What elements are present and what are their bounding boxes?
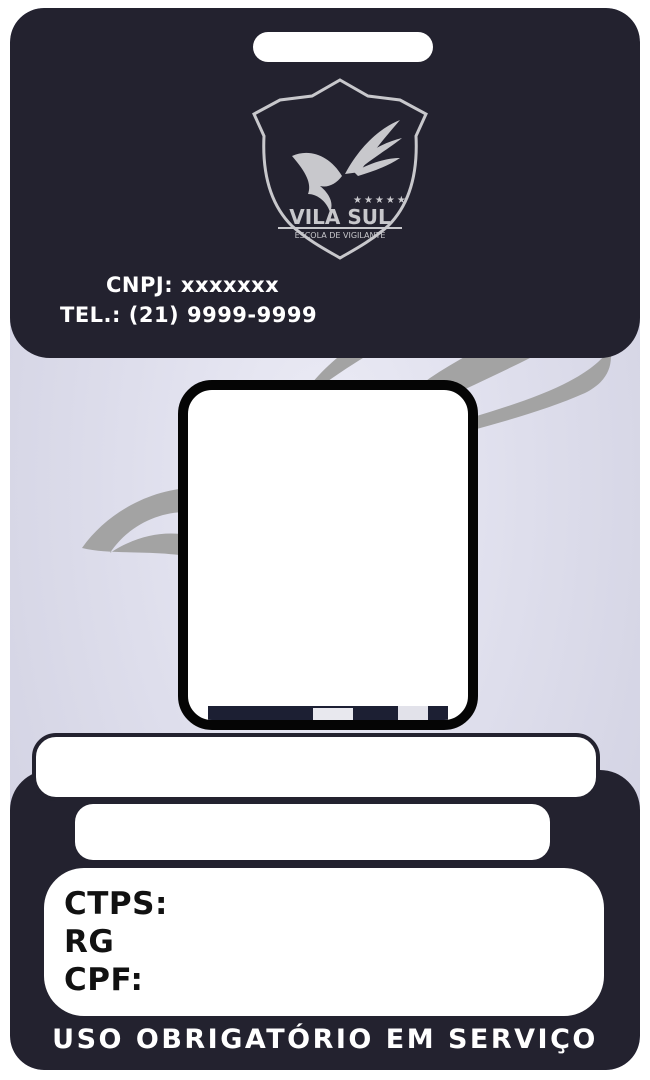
company-cnpj: CNPJ: xxxxxxx [106,273,280,297]
logo-name: VILA SUL [289,205,391,229]
lanyard-slot [253,32,433,62]
mandatory-use-notice: USO OBRIGATÓRIO EM SERVIÇO [52,1024,598,1055]
cpf-label: CPF: [64,962,144,998]
company-phone: TEL.: (21) 9999-9999 [60,303,318,327]
shield-logo-icon: ★★★★★ VILA SUL ESCOLA DE VIGILANTE [252,78,428,260]
logo-subtitle: ESCOLA DE VIGILANTE [295,231,386,240]
rg-label: RG [64,924,115,960]
header-band: ★★★★★ VILA SUL ESCOLA DE VIGILANTE CNPJ:… [10,8,640,358]
ctps-label: CTPS: [64,886,168,922]
photo-partial [208,706,448,720]
role-field[interactable] [75,804,550,860]
documents-panel: CTPS: RG CPF: [44,868,604,1016]
id-badge-card: ★★★★★ VILA SUL ESCOLA DE VIGILANTE CNPJ:… [10,8,640,1070]
name-field[interactable] [32,733,600,801]
photo-frame [178,380,478,730]
